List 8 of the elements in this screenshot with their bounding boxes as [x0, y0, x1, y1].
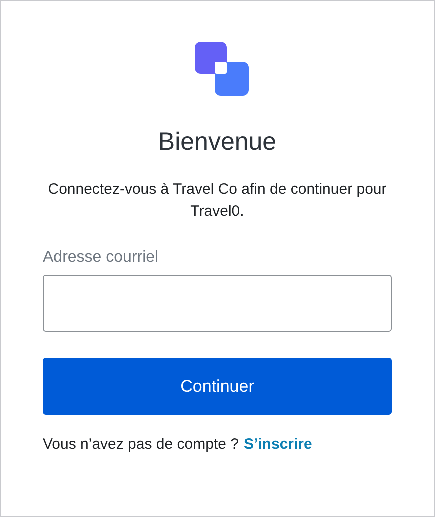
continue-button[interactable]: Continuer — [43, 358, 392, 415]
welcome-title: Bienvenue — [158, 128, 277, 157]
description-text: Connectez-vous à Travel Co afin de continuer pour Travel0. — [48, 180, 388, 222]
signup-link[interactable]: S’inscrire — [244, 436, 312, 453]
logo-icon — [194, 42, 248, 96]
signup-prompt: Vous n’avez pas de compte ? — [43, 436, 239, 453]
email-input[interactable] — [43, 275, 392, 332]
email-label: Adresse courriel — [43, 249, 160, 267]
